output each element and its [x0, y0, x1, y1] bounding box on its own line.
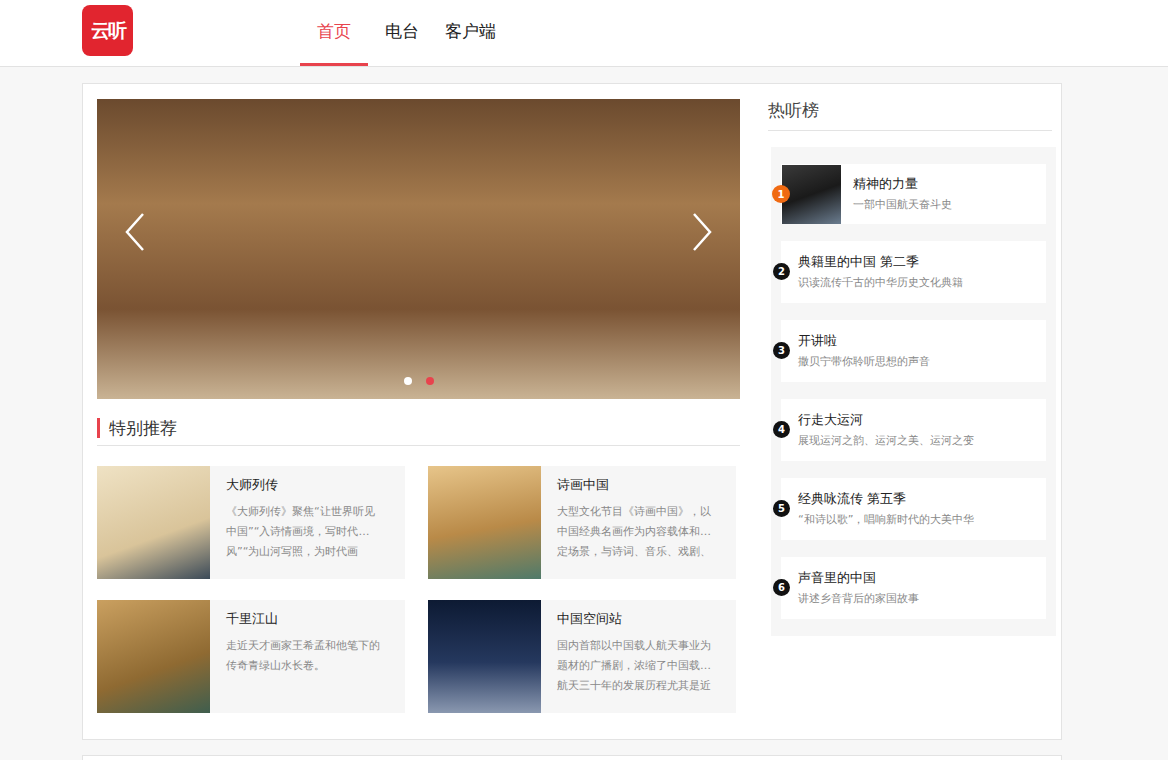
banner[interactable]	[97, 99, 740, 399]
card-description: 走近天才画家王希孟和他笔下的	[226, 636, 380, 656]
rank-badge: 5	[773, 500, 790, 517]
hot-item-subtitle: 讲述乡音背后的家国故事	[798, 591, 919, 607]
hot-item-text: 声音里的中国讲述乡音背后的家国故事	[798, 569, 919, 607]
nav-label: 电台	[385, 20, 419, 43]
program-cover[interactable]	[428, 466, 541, 579]
hot-item[interactable]: 典籍里的中国 第二季识读流传千古的中华历史文化典籍2	[781, 241, 1046, 303]
hot-item-title[interactable]: 经典咏流传 第五季	[798, 490, 974, 508]
card-description: 定场景，与诗词、音乐、戏剧、	[557, 542, 711, 562]
main-panel: 特别推荐大师列传《大师列传》聚焦“让世界听见中国”“入诗情画境，写时代…风”“为…	[82, 83, 1062, 740]
card-description: 中国”“入诗情画境，写时代…	[226, 522, 375, 542]
rank-badge: 6	[773, 579, 790, 596]
nav-item[interactable]: 首页	[300, 0, 368, 66]
card-description: 风”“为山河写照，为时代画	[226, 542, 375, 562]
program-card[interactable]: 诗画中国大型文化节目《诗画中国》，以中国经典名画作为内容载体和…定场景，与诗词、…	[428, 466, 736, 579]
hot-item-title[interactable]: 精神的力量	[853, 175, 952, 193]
card-description: 大型文化节目《诗画中国》，以	[557, 502, 711, 522]
hot-list-column: 热听榜精神的力量一部中国航天奋斗史 1 典籍里的中国 第二季识读流传千古的中华历史文…	[768, 99, 1056, 713]
program-card[interactable]: 大师列传《大师列传》聚焦“让世界听见中国”“入诗情画境，写时代…风”“为山河写照…	[97, 466, 405, 579]
nav-label: 首页	[317, 20, 351, 43]
program-cover[interactable]	[97, 600, 210, 713]
section-bar	[97, 418, 100, 438]
hot-item-title[interactable]: 典籍里的中国 第二季	[798, 253, 963, 271]
rank-badge: 3	[773, 342, 790, 359]
nav-item[interactable]: 电台	[368, 0, 436, 66]
banner-dots	[97, 377, 740, 385]
nav-label: 客户端	[445, 20, 496, 43]
banner-dot[interactable]	[404, 377, 412, 385]
hot-item[interactable]: 声音里的中国讲述乡音背后的家国故事6	[781, 557, 1046, 619]
card-body: 大师列传《大师列传》聚焦“让世界听见中国”“入诗情画境，写时代…风”“为山河写照…	[210, 466, 381, 579]
card-body: 中国空间站国内首部以中国载人航天事业为题材的广播剧，浓缩了中国载…航天三十年的发…	[541, 600, 717, 713]
card-description: 国内首部以中国载人航天事业为	[557, 636, 711, 656]
prev-arrow-icon[interactable]	[123, 212, 147, 252]
card-body: 千里江山走近天才画家王希孟和他笔下的传奇青绿山水长卷。	[210, 600, 386, 713]
hot-item-title[interactable]: 声音里的中国	[798, 569, 919, 587]
hot-list-title: 热听榜	[768, 99, 1052, 131]
hot-item-title[interactable]: 开讲啦	[798, 332, 930, 350]
nav-item[interactable]: 客户端	[436, 0, 504, 66]
section-header: 特别推荐	[97, 417, 740, 446]
card-description: 传奇青绿山水长卷。	[226, 656, 380, 676]
hot-item-subtitle: 展现运河之韵、运河之美、运河之变	[798, 433, 974, 449]
hot-item-text: 精神的力量一部中国航天奋斗史	[841, 175, 952, 213]
card-title[interactable]: 大师列传	[226, 476, 375, 494]
hot-item-text: 行走大运河展现运河之韵、运河之美、运河之变	[798, 411, 974, 449]
hot-item-cover[interactable]	[782, 165, 841, 224]
hot-list: 精神的力量一部中国航天奋斗史 1 典籍里的中国 第二季识读流传千古的中华历史文化典籍…	[771, 147, 1056, 636]
hot-item-text: 经典咏流传 第五季 “和诗以歌”，唱响新时代的大美中华	[798, 490, 974, 528]
card-description: 航天三十年的发展历程尤其是近	[557, 676, 711, 696]
card-description: 题材的广播剧，浓缩了中国载…	[557, 656, 711, 676]
hot-item-subtitle: “和诗以歌”，唱响新时代的大美中华	[798, 512, 974, 528]
logo[interactable]: 云听	[82, 5, 133, 56]
hot-item-subtitle: 撒贝宁带你聆听思想的声音	[798, 354, 930, 370]
hot-item[interactable]: 精神的力量一部中国航天奋斗史1	[781, 164, 1046, 224]
program-cover[interactable]	[428, 600, 541, 713]
hot-item[interactable]: 行走大运河展现运河之韵、运河之美、运河之变4	[781, 399, 1046, 461]
card-description: 《大师列传》聚焦“让世界听见	[226, 502, 375, 522]
card-title[interactable]: 千里江山	[226, 610, 380, 628]
rank-badge: 4	[773, 421, 790, 438]
card-title[interactable]: 中国空间站	[557, 610, 711, 628]
hot-item-title[interactable]: 行走大运河	[798, 411, 974, 429]
card-body: 诗画中国大型文化节目《诗画中国》，以中国经典名画作为内容载体和…定场景，与诗词、…	[541, 466, 717, 579]
hot-item[interactable]: 开讲啦撒贝宁带你聆听思想的声音3	[781, 320, 1046, 382]
hot-item-text: 开讲啦撒贝宁带你聆听思想的声音	[798, 332, 930, 370]
hot-item[interactable]: 经典咏流传 第五季“和诗以歌”，唱响新时代的大美中华5	[781, 478, 1046, 540]
next-section	[82, 755, 1062, 760]
card-grid: 大师列传《大师列传》聚焦“让世界听见中国”“入诗情画境，写时代…风”“为山河写照…	[97, 466, 740, 713]
rank-badge: 2	[773, 263, 790, 280]
program-cover[interactable]	[97, 466, 210, 579]
section-title: 特别推荐	[109, 417, 177, 439]
hot-item-subtitle: 一部中国航天奋斗史	[853, 197, 952, 213]
main-nav: 首页 电台 客户端	[300, 0, 504, 66]
card-description: 中国经典名画作为内容载体和…	[557, 522, 711, 542]
rank-badge: 1	[772, 185, 790, 203]
hot-item-subtitle: 识读流传千古的中华历史文化典籍	[798, 275, 963, 291]
program-card[interactable]: 中国空间站国内首部以中国载人航天事业为题材的广播剧，浓缩了中国载…航天三十年的发…	[428, 600, 736, 713]
left-column: 特别推荐大师列传《大师列传》聚焦“让世界听见中国”“入诗情画境，写时代…风”“为…	[97, 99, 740, 713]
header: 云听 首页 电台 客户端	[0, 0, 1168, 67]
next-arrow-icon[interactable]	[690, 212, 714, 252]
program-card[interactable]: 千里江山走近天才画家王希孟和他笔下的传奇青绿山水长卷。	[97, 600, 405, 713]
banner-dot[interactable]	[426, 377, 434, 385]
hot-item-text: 典籍里的中国 第二季识读流传千古的中华历史文化典籍	[798, 253, 963, 291]
card-title[interactable]: 诗画中国	[557, 476, 711, 494]
